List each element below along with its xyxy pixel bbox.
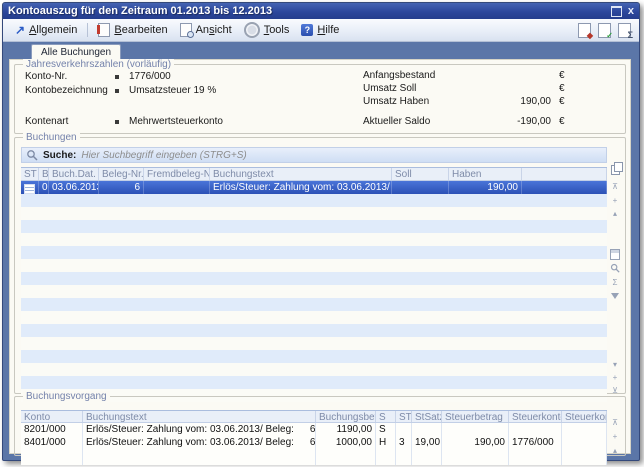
search-icon [26,149,38,161]
window-body: Alle Buchungen Jahresverkehrszahlen (vor… [3,42,639,460]
currency-symbol: € [559,83,565,94]
currency-symbol: € [559,70,565,81]
edit-icon [98,23,110,37]
close-icon[interactable]: x [628,6,634,16]
restore-icon[interactable] [611,6,622,17]
page: Kontoauszug für den Zeitraum 01.2013 bis… [0,0,644,467]
col-st[interactable]: ST [396,411,412,422]
currency-symbol: € [559,116,565,127]
menu-bearbeiten[interactable]: Bearbeiten [92,21,173,39]
calculator-icon[interactable] [608,249,622,261]
col-stsatz[interactable]: StSatz [412,411,442,422]
group-title: Buchungsvorgang [23,391,110,402]
report-doc-icon[interactable]: ◆ [578,23,591,38]
group-buchungsvorgang: Buchungsvorgang Konto Buchungstext Buchu… [14,396,626,456]
field-label: Umsatz Haben [363,96,429,107]
col-buchungstext[interactable]: Buchungstext [83,411,316,422]
window-title: Kontoauszug für den Zeitraum 01.2013 bis… [8,5,272,17]
view-icon [180,23,192,37]
insert-row-icon[interactable]: + [608,431,622,443]
search-label: Suche: [43,150,76,161]
col-fremdbelegnr[interactable]: Fremdbeleg-Nr. [144,168,210,180]
col-buchungsbetrag[interactable]: Buchungsbetrag [316,411,376,422]
scroll-first-icon[interactable]: ⊼ [608,181,622,193]
table-side-toolbar: ⊼ + ▴ Σ ▾ + ⊻ [608,165,622,389]
check-doc-icon[interactable]: ✓ [598,23,611,38]
arrow-ne-icon: ↗ [15,25,25,35]
group-buchungen: Buchungen Suche: Hier Suchbegriff eingeb… [14,137,626,394]
field-value: Mehrwertsteuerkonto [129,116,223,127]
menu-ansicht[interactable]: Ansicht [174,21,238,39]
field-value: 1776/000 [129,71,171,82]
scroll-up-icon[interactable]: ▴ [608,445,622,457]
field-label: Kontobezeichnung [25,85,108,96]
zoom-icon[interactable] [608,263,622,275]
menu-tools[interactable]: Tools [238,20,296,40]
menu-allgemein[interactable]: ↗ Allgemein [9,22,83,38]
field-label: Kontenart [25,116,68,127]
field-value: Umsatzsteuer 19 % [129,85,216,96]
col-soll[interactable]: Soll [392,168,449,180]
col-haben[interactable]: Haben [449,168,522,180]
buchungen-table-header: ST B Buch.Dat. Beleg-Nr. Fremdbeleg-Nr. … [21,167,607,181]
sum-icon[interactable]: Σ [608,277,622,289]
field-value: -190,00 [455,116,551,127]
scroll-down-icon[interactable]: ▾ [608,359,622,371]
content-panel: Jahresverkehrszahlen (vorläufig) Konto-N… [9,59,631,454]
bullet-icon [115,75,119,79]
col-st[interactable]: ST [21,168,39,180]
table-row[interactable]: 8201/000 Erlös/Steuer: Zahlung vom: 03.0… [21,423,607,436]
filter-icon[interactable] [608,291,622,303]
col-b[interactable]: B [39,168,49,180]
field-label: Konto-Nr. [25,71,67,82]
field-label: Anfangsbestand [363,70,435,81]
sum-doc-icon[interactable]: Σ [618,23,631,38]
bullet-icon [115,89,119,93]
group-title: Buchungen [23,132,80,143]
col-steuerkonto1[interactable]: Steuerkonto 1 [509,411,562,422]
copy-table-icon[interactable] [608,165,622,177]
menu-bar: ↗ Allgemein Bearbeiten Ansicht Tools ? H… [3,19,639,42]
field-label: Umsatz Soll [363,83,416,94]
field-label: Aktueller Saldo [363,116,430,127]
col-extra [522,168,607,180]
buchungen-rows: 0 03.06.2013 6 Erlös/Steuer: Zahlung vom… [21,181,607,402]
tab-alle-buchungen[interactable]: Alle Buchungen [31,44,121,60]
col-s[interactable]: S [376,411,396,422]
field-value: 190,00 [455,96,551,107]
title-bar[interactable]: Kontoauszug für den Zeitraum 01.2013 bis… [3,3,639,19]
scroll-first-icon[interactable]: ⊼ [608,417,622,429]
app-window: Kontoauszug für den Zeitraum 01.2013 bis… [2,2,640,461]
search-placeholder: Hier Suchbegriff eingeben (STRG+S) [81,150,246,161]
table-row[interactable]: 8401/000 Erlös/Steuer: Zahlung vom: 03.0… [21,436,607,449]
empty-row [21,449,607,465]
empty-rows-area [21,194,607,402]
group-title: Jahresverkehrszahlen (vorläufig) [23,59,174,70]
col-buchdat[interactable]: Buch.Dat. [49,168,99,180]
gear-icon [244,22,260,38]
currency-symbol: € [559,96,565,107]
bullet-icon [115,120,119,124]
col-konto[interactable]: Konto [21,411,83,422]
col-steuerbetrag[interactable]: Steuerbetrag [442,411,509,422]
buchungsvorgang-rows: 8201/000 Erlös/Steuer: Zahlung vom: 03.0… [21,423,607,465]
col-belegnr[interactable]: Beleg-Nr. [99,168,144,180]
insert-row-icon[interactable]: + [608,195,622,207]
scroll-up-icon[interactable]: ▴ [608,208,622,220]
buchungsvorgang-table-header: Konto Buchungstext Buchungsbetrag S ST S… [21,410,607,423]
table-row-selected[interactable]: 0 03.06.2013 6 Erlös/Steuer: Zahlung vom… [21,181,607,194]
menu-hilfe[interactable]: ? Hilfe [295,22,345,38]
menu-separator [87,23,88,37]
table-side-toolbar: ⊼ + ▴ [608,410,622,454]
search-bar[interactable]: Suche: Hier Suchbegriff eingeben (STRG+S… [21,147,607,163]
append-row-icon[interactable]: + [608,372,622,384]
col-buchungstext[interactable]: Buchungstext [210,168,392,180]
col-steuerkonto2[interactable]: Steuerkonto 2 [562,411,607,422]
group-jahresverkehrszahlen: Jahresverkehrszahlen (vorläufig) Konto-N… [14,64,626,134]
split-indicator-icon [21,181,39,194]
help-icon: ? [301,24,313,36]
